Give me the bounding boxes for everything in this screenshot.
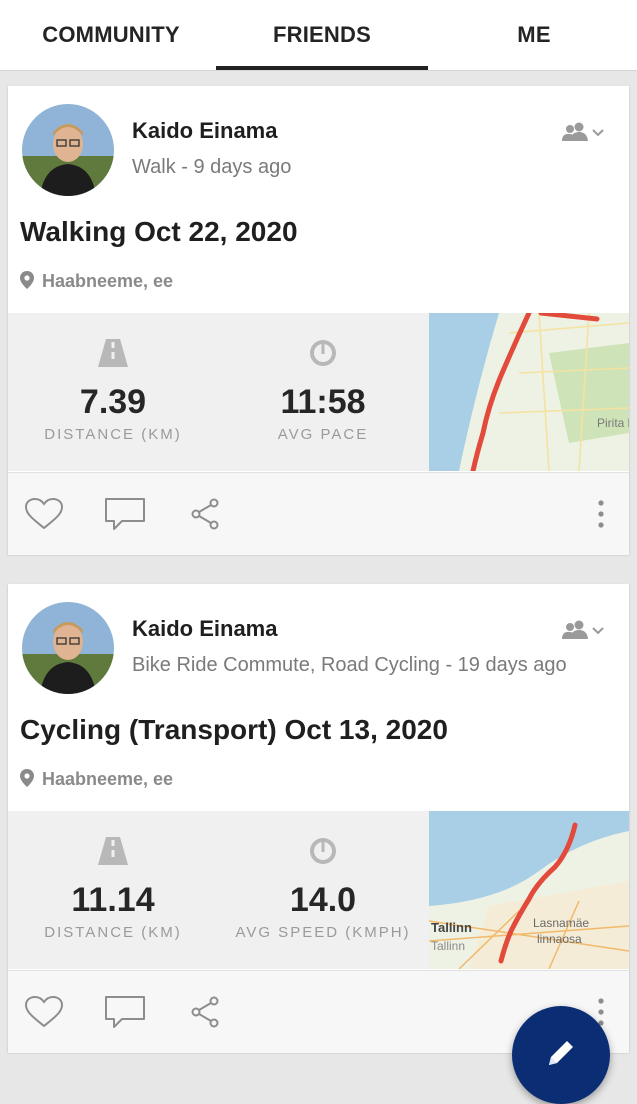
activity-subtitle: Bike Ride Commute, Road Cycling - 19 day… xyxy=(132,654,567,676)
map-label: linnaosa xyxy=(537,932,582,946)
location-pin-icon xyxy=(20,769,34,792)
activity-location: Haabneeme, ee xyxy=(20,769,173,792)
activity-card[interactable]: Kaido Einama Walk - 9 days ago Walking O… xyxy=(8,86,629,555)
stat-speed: 14.0 AVG SPEED (KMPH) xyxy=(218,811,428,969)
more-options-icon[interactable] xyxy=(596,497,606,531)
stat-label: AVG PACE xyxy=(277,426,369,443)
map-label: Tallinn xyxy=(431,920,472,935)
pencil-icon xyxy=(543,1035,579,1076)
avatar[interactable] xyxy=(22,104,114,196)
speedometer-icon xyxy=(306,837,340,865)
stat-label: AVG SPEED (KMPH) xyxy=(235,924,411,941)
comment-icon[interactable] xyxy=(104,497,146,531)
avatar[interactable] xyxy=(22,602,114,694)
stat-value: 11:58 xyxy=(280,383,366,421)
share-icon[interactable] xyxy=(190,995,220,1029)
road-icon xyxy=(96,837,130,865)
stats-panel: 11.14 DISTANCE (KM) 14.0 AVG SPEED (KMPH… xyxy=(8,811,429,969)
activity-card[interactable]: Kaido Einama Bike Ride Commute, Road Cyc… xyxy=(8,584,629,1053)
map-label: Pirita li xyxy=(597,416,629,430)
user-name[interactable]: Kaido Einama xyxy=(132,616,277,642)
stat-pace: 11:58 AVG PACE xyxy=(218,313,428,471)
route-map[interactable]: Tallinn Lasnamäe linnaosa Tallinn xyxy=(429,811,629,969)
stat-label: DISTANCE (KM) xyxy=(44,426,182,443)
friends-privacy-icon[interactable] xyxy=(561,122,607,144)
top-tab-bar: COMMUNITY FRIENDS ME xyxy=(0,0,637,71)
location-text: Haabneeme, ee xyxy=(42,271,174,291)
activity-title[interactable]: Walking Oct 22, 2020 xyxy=(20,216,298,248)
activity-title[interactable]: Cycling (Transport) Oct 13, 2020 xyxy=(20,714,448,746)
friends-privacy-icon[interactable] xyxy=(561,620,607,642)
stats-panel: 7.39 DISTANCE (KM) 11:58 AVG PACE xyxy=(8,313,429,471)
route-map[interactable]: Pirita li xyxy=(429,313,629,471)
speedometer-icon xyxy=(306,339,340,367)
stat-distance: 7.39 DISTANCE (KM) xyxy=(8,313,218,471)
active-tab-indicator xyxy=(216,66,428,70)
activity-subtitle: Walk - 9 days ago xyxy=(132,156,292,178)
stat-label: DISTANCE (KM) xyxy=(44,924,182,941)
like-heart-icon[interactable] xyxy=(24,995,64,1029)
map-label: Tallinn xyxy=(431,939,465,953)
compose-post-button[interactable] xyxy=(512,1006,610,1104)
road-icon xyxy=(96,339,130,367)
like-heart-icon[interactable] xyxy=(24,497,64,531)
location-text: Haabneeme, ee xyxy=(42,769,174,789)
stat-value: 14.0 xyxy=(289,881,357,919)
tab-community[interactable]: COMMUNITY xyxy=(5,0,217,70)
location-pin-icon xyxy=(20,271,34,294)
tab-friends[interactable]: FRIENDS xyxy=(216,0,428,70)
stat-value: 7.39 xyxy=(79,383,147,421)
share-icon[interactable] xyxy=(190,497,220,531)
map-label: Lasnamäe xyxy=(533,916,589,930)
comment-icon[interactable] xyxy=(104,995,146,1029)
stat-value: 11.14 xyxy=(71,881,155,919)
user-name[interactable]: Kaido Einama xyxy=(132,118,277,144)
action-bar xyxy=(8,472,629,555)
tab-me[interactable]: ME xyxy=(428,0,637,70)
activity-location: Haabneeme, ee xyxy=(20,271,173,294)
stat-distance: 11.14 DISTANCE (KM) xyxy=(8,811,218,969)
